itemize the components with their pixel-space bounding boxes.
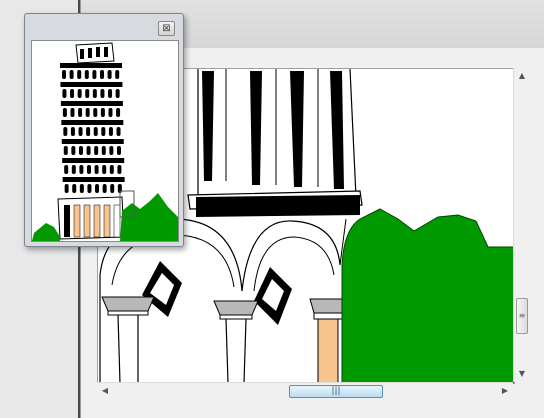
tier-band <box>61 139 124 144</box>
tier-arch <box>77 89 82 98</box>
grip-icon: ≡ <box>518 311 526 320</box>
tier-arch <box>70 89 75 98</box>
tier-arch <box>109 165 114 174</box>
tier-arch <box>78 108 83 117</box>
tier-arch <box>115 89 120 98</box>
tier-arch <box>71 165 76 174</box>
scroll-down-arrow-icon[interactable]: ▼ <box>514 366 530 382</box>
tier-arch <box>62 89 67 98</box>
tier-arch <box>117 165 122 174</box>
tier-arch <box>87 165 91 174</box>
tier-arch <box>108 89 113 98</box>
tier-arch <box>92 89 97 98</box>
tier-arch <box>94 146 99 155</box>
horizontal-scroll-thumb[interactable]: ||| <box>289 385 383 398</box>
tier-arch <box>108 127 113 136</box>
tier-arch <box>102 165 107 174</box>
tier-band <box>61 120 124 125</box>
tier-arch <box>86 127 91 136</box>
tier-arch <box>85 89 90 98</box>
tier-arch <box>79 165 84 174</box>
tier-arch <box>64 184 69 193</box>
tier-arch <box>94 165 99 174</box>
tier-arch <box>78 127 83 136</box>
scroll-up-arrow-icon[interactable]: ▲ <box>514 68 530 84</box>
tier-arch <box>70 108 75 117</box>
tier-arch <box>108 108 113 117</box>
tier-arch <box>69 70 74 79</box>
tier-arch <box>78 146 83 155</box>
close-icon[interactable]: ⊠ <box>158 21 175 36</box>
tier-arch <box>71 146 76 155</box>
tier-arch <box>110 184 115 193</box>
column-capital <box>213 300 259 316</box>
tier-arch <box>64 165 69 174</box>
window-slit <box>202 71 214 181</box>
tier-arch <box>85 108 90 117</box>
tier-arch <box>79 184 84 193</box>
tier-band <box>60 82 123 87</box>
tier-arch <box>100 89 105 98</box>
tier-band <box>62 177 125 182</box>
horizontal-scrollbar[interactable]: ◀ ||| ▶ <box>97 382 513 399</box>
tier-arch <box>63 127 68 136</box>
tier-arch <box>72 184 77 193</box>
tier-arch <box>84 70 89 79</box>
tier-band <box>60 63 122 68</box>
vertical-scroll-thumb[interactable]: ≡ <box>516 298 528 334</box>
tier-arch <box>115 70 120 79</box>
tier-arch <box>93 108 98 117</box>
column-capital <box>101 296 155 312</box>
tower-thumbnail <box>32 42 178 241</box>
tier-arch <box>116 127 121 136</box>
tier-arch <box>62 108 67 117</box>
tier-arch <box>100 108 105 117</box>
tier-arch <box>116 146 121 155</box>
navigator-preview[interactable] <box>31 40 179 242</box>
tier-arch <box>62 70 66 79</box>
tier-arch <box>63 146 68 155</box>
tier-arch <box>93 127 98 136</box>
tier-band <box>60 101 123 106</box>
scroll-left-arrow-icon[interactable]: ◀ <box>97 383 113 399</box>
tier-arch <box>109 146 114 155</box>
tier-arch <box>100 70 104 79</box>
tower-tiers <box>60 63 125 193</box>
tier-arch <box>92 70 97 79</box>
tier-arch <box>107 70 112 79</box>
green-tree <box>341 208 514 383</box>
vertical-scrollbar[interactable]: ▲ ≡ ▼ <box>513 68 530 382</box>
tier-arch <box>101 127 106 136</box>
tier-arch <box>86 146 91 155</box>
tier-band <box>62 158 125 163</box>
navigator-window[interactable]: ⊠ <box>24 13 184 247</box>
window-slit <box>250 71 262 185</box>
peach-column <box>317 318 339 383</box>
scroll-right-arrow-icon[interactable]: ▶ <box>497 383 513 399</box>
tier-arch <box>87 184 92 193</box>
tier-arch <box>102 184 107 193</box>
tier-arch <box>101 146 106 155</box>
tier-arch <box>77 70 82 79</box>
tier-arch <box>70 127 75 136</box>
cornice-band <box>196 195 360 217</box>
tier-arch <box>116 108 121 117</box>
column-capital <box>309 298 347 314</box>
tier-arch <box>95 184 100 193</box>
